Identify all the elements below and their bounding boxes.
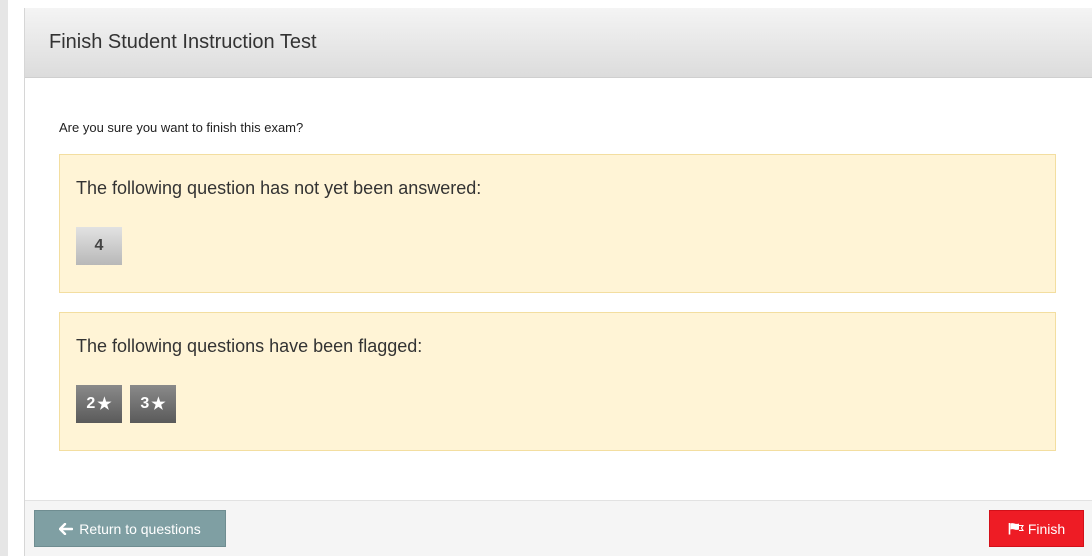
flagged-question-list: 2 ★ 3 ★ bbox=[76, 385, 1039, 423]
dialog-footer: Return to questions Finish bbox=[25, 500, 1092, 556]
dialog-header: Finish Student Instruction Test bbox=[25, 8, 1092, 78]
question-number: 3 bbox=[140, 395, 150, 412]
background-edge bbox=[0, 0, 8, 556]
unanswered-heading: The following question has not yet been … bbox=[76, 178, 482, 198]
question-number: 4 bbox=[94, 237, 104, 254]
flagged-heading: The following questions have been flagge… bbox=[76, 336, 423, 356]
finish-exam-dialog: Finish Student Instruction Test Are you … bbox=[24, 8, 1092, 556]
question-number: 2 bbox=[86, 395, 96, 412]
unanswered-question-list: 4 bbox=[76, 227, 1039, 265]
flagged-questions-panel: The following questions have been flagge… bbox=[59, 312, 1056, 451]
dialog-title: Finish Student Instruction Test bbox=[49, 31, 317, 53]
flagged-question-button[interactable]: 3 ★ bbox=[130, 385, 176, 423]
finish-button-label: Finish bbox=[1027, 520, 1066, 537]
confirmation-prompt: Are you sure you want to finish this exa… bbox=[59, 120, 304, 135]
finish-button[interactable]: Finish bbox=[989, 510, 1084, 547]
flagged-question-button[interactable]: 2 ★ bbox=[76, 385, 122, 423]
star-icon: ★ bbox=[97, 396, 112, 413]
dialog-body: Are you sure you want to finish this exa… bbox=[25, 120, 1092, 451]
star-icon: ★ bbox=[151, 396, 166, 413]
arrow-left-icon bbox=[59, 522, 74, 535]
flag-icon bbox=[1008, 522, 1024, 535]
return-to-questions-button[interactable]: Return to questions bbox=[34, 510, 226, 547]
unanswered-question-button[interactable]: 4 bbox=[76, 227, 122, 265]
unanswered-questions-panel: The following question has not yet been … bbox=[59, 154, 1056, 293]
return-button-label: Return to questions bbox=[79, 520, 201, 537]
